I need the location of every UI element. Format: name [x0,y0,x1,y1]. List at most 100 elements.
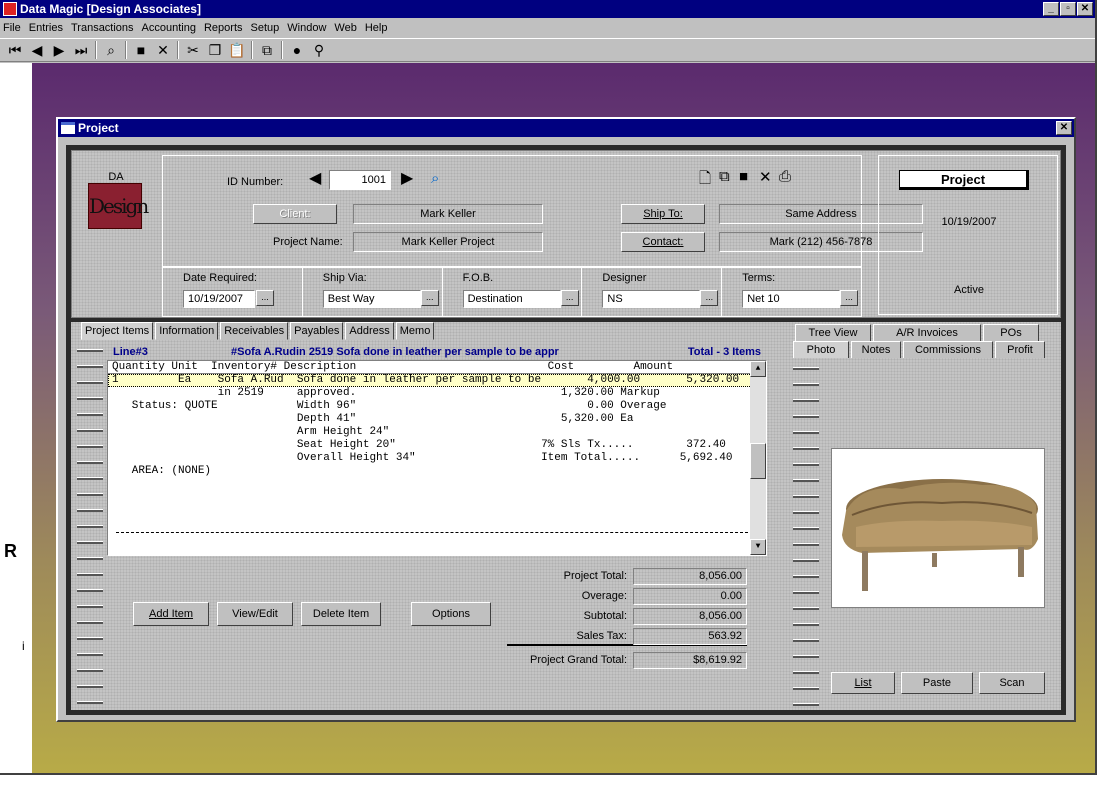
date-picker-button[interactable]: ... [256,290,274,306]
fob-field[interactable]: Destination [462,290,561,308]
add-item-button[interactable]: Add Item [133,602,209,626]
duplicate-icon[interactable]: ⧉ [256,40,278,60]
project-close-button[interactable]: ✕ [1056,121,1072,135]
app-title-bar: Data Magic [Design Associates] _ ▫ ✕ [0,0,1095,18]
id-number-field[interactable]: 1001 [329,170,391,190]
tab-address[interactable]: Address [345,322,394,340]
tab-information[interactable]: Information [155,322,219,340]
designer-button[interactable]: ... [700,290,719,306]
table-row[interactable]: in 2519 approved. 1,320.00 Markup [112,387,660,399]
tab-tree-view[interactable]: Tree View [795,324,871,342]
delete-record-icon[interactable]: ✕ [759,168,772,186]
globe-icon[interactable]: ● [286,40,308,60]
background-window-strip: R i [0,63,32,773]
contact-button[interactable]: Contact: [621,232,705,252]
table-row[interactable]: Arm Height 24" [112,426,389,438]
terms-field[interactable]: Net 10 [742,290,841,308]
first-record-icon[interactable]: ⏮ [4,40,26,60]
tab-payables[interactable]: Payables [290,322,344,340]
next-id-icon[interactable]: ▶ [401,170,413,188]
next-record-icon[interactable]: ▶ [48,40,70,60]
tab-commissions[interactable]: Commissions [903,341,993,359]
grand-total-value: $8,619.92 [633,652,747,669]
delete-item-button[interactable]: Delete Item [301,602,381,626]
tab-receivables[interactable]: Receivables [220,322,289,340]
project-total-label: Project Total: [563,570,627,582]
table-row[interactable]: Overall Height 34" Item Total..... 5,692… [112,452,733,464]
close-button[interactable]: ✕ [1077,2,1093,16]
client-button[interactable]: Client: [253,204,337,224]
table-row[interactable]: AREA: (NONE) [112,465,211,477]
table-row[interactable]: Depth 41" 5,320.00 Ea [112,413,634,425]
menu-reports[interactable]: Reports [204,22,243,34]
ship-to-button[interactable]: Ship To: [621,204,705,224]
project-name-label: Project Name: [273,236,343,248]
menu-transactions[interactable]: Transactions [71,22,134,34]
tab-pos[interactable]: POs [983,324,1039,342]
terms-button[interactable]: ... [840,290,859,306]
table-row[interactable]: Status: QUOTE Width 96" 0.00 Overage [112,400,667,412]
print-icon[interactable]: ⎙ [779,168,791,185]
new-record-icon[interactable]: 🗋 [699,168,711,193]
project-name-field[interactable]: Mark Keller Project [353,232,543,252]
designer-field[interactable]: NS [602,290,701,308]
save-record-icon[interactable]: ■ [739,168,748,185]
row-separator [116,532,748,533]
options-button[interactable]: Options [411,602,491,626]
sales-tax-row: Sales Tax: 563.92 [507,628,747,646]
lookup-icon[interactable]: ⌕ [431,170,439,187]
tab-ar-invoices[interactable]: A/R Invoices [873,324,981,342]
minimize-button[interactable]: _ [1043,2,1059,16]
scroll-down-icon[interactable]: ▼ [750,539,766,555]
menu-file[interactable]: File [3,22,21,34]
scan-button[interactable]: Scan [979,672,1045,694]
tab-notes[interactable]: Notes [851,341,901,359]
left-tab-bar: Project Items Information Receivables Pa… [81,322,436,340]
paste-icon[interactable]: 📋 [226,40,248,60]
last-record-icon[interactable]: ⏭ [70,40,92,60]
logo-word: Design [88,183,149,229]
menu-help[interactable]: Help [365,22,388,34]
date-required-label: Date Required: [183,272,257,284]
tab-profit[interactable]: Profit [995,341,1045,359]
save-icon[interactable]: ■ [130,40,152,60]
client-field[interactable]: Mark Keller [353,204,543,224]
subtotal-label: Subtotal: [583,610,627,622]
delete-icon[interactable]: ✕ [152,40,174,60]
menu-web[interactable]: Web [334,22,356,34]
menu-entries[interactable]: Entries [29,22,63,34]
prev-id-icon[interactable]: ◀ [309,170,321,188]
items-grid[interactable]: Quantity Unit Inventory# Description Cos… [107,360,767,556]
tab-photo[interactable]: Photo [793,341,849,359]
strip-small: i [22,639,25,653]
list-button[interactable]: List [831,672,895,694]
scroll-up-icon[interactable]: ▲ [750,361,766,377]
ship-via-label: Ship Via: [322,272,367,284]
view-edit-button[interactable]: View/Edit [217,602,293,626]
menu-setup[interactable]: Setup [251,22,280,34]
grid-scrollbar[interactable]: ▲ ▼ [750,361,766,555]
date-required-field[interactable]: 10/19/2007 [183,290,255,308]
project-details-row: Date Required: 10/19/2007 ... Ship Via: … [162,267,862,317]
cut-icon[interactable]: ✂ [182,40,204,60]
ship-via-button[interactable]: ... [420,290,439,306]
table-row[interactable]: 1 Ea Sofa A.Rud Sofa done in leather per… [112,374,739,386]
tab-project-items[interactable]: Project Items [81,322,154,340]
fob-button[interactable]: ... [560,290,579,306]
tab-memo[interactable]: Memo [395,322,435,340]
table-row[interactable]: Seat Height 20" 7% Sls Tx..... 372.40 [112,439,726,451]
search-icon[interactable]: ⌕ [100,40,122,60]
subtotal-row: Subtotal: 8,056.00 [507,608,747,626]
ship-via-field[interactable]: Best Way [322,290,421,308]
menu-window[interactable]: Window [287,22,326,34]
maximize-button[interactable]: ▫ [1060,2,1076,16]
connect-icon[interactable]: ⚲ [308,40,330,60]
menu-accounting[interactable]: Accounting [142,22,196,34]
previous-record-icon[interactable]: ◀ [26,40,48,60]
id-panel: ID Number: ◀ 1001 ▶ ⌕ 🗋 ⧉ ■ ✕ ⎙ Client: … [162,155,923,267]
paste-button[interactable]: Paste [901,672,973,694]
copy-record-icon[interactable]: ⧉ [719,168,730,185]
project-window-title: Project [78,121,119,135]
copy-icon[interactable]: ❐ [204,40,226,60]
scroll-thumb[interactable] [750,443,766,479]
